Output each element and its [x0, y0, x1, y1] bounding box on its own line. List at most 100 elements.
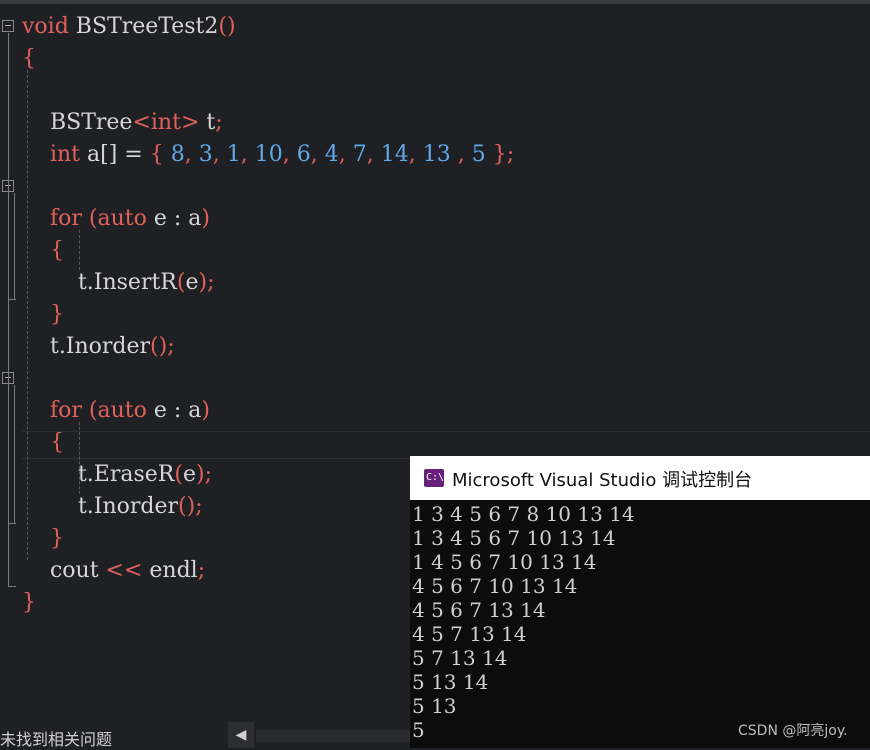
code-token: for — [22, 398, 82, 423]
code-token: , — [310, 142, 318, 167]
code-token: int — [150, 110, 181, 135]
fold-line-end — [8, 523, 16, 524]
console-title: Microsoft Visual Studio 调试控制台 — [452, 470, 753, 491]
fold-line — [14, 193, 15, 299]
vs-console-icon: C:\ — [424, 469, 444, 487]
code-token: << — [105, 558, 143, 583]
minus-box-icon[interactable]: − — [2, 20, 14, 32]
code-line[interactable]: { — [22, 427, 64, 459]
code-token: < — [132, 110, 151, 135]
indent-guide — [79, 230, 80, 270]
code-token: { — [149, 142, 164, 167]
console-output-line: 4 5 6 7 10 13 14 — [412, 574, 578, 598]
console-output-line: 5 7 13 14 — [412, 646, 508, 670]
code-token: , — [408, 142, 416, 167]
scroll-left-button[interactable]: ◀ — [228, 722, 254, 748]
code-token: } — [22, 302, 64, 327]
code-token: { — [22, 238, 64, 263]
code-token: }; — [485, 142, 515, 167]
code-line[interactable]: } — [22, 587, 36, 619]
status-message: 未找到相关问题 — [0, 730, 113, 749]
code-token: , — [366, 142, 374, 167]
code-token: ( — [81, 206, 98, 231]
code-token: cout — [22, 558, 106, 583]
code-token: auto — [97, 206, 147, 231]
code-token: void — [22, 14, 69, 39]
code-token: t.Inorder — [22, 334, 151, 359]
code-token: ) — [201, 398, 210, 423]
console-icon-label: C:\ — [426, 472, 445, 483]
console-output-line: 4 5 6 7 13 14 — [412, 598, 546, 622]
code-token: 8 — [163, 142, 185, 167]
code-token: , — [184, 142, 192, 167]
console-output-line: 1 3 4 5 6 7 8 10 13 14 — [412, 502, 635, 526]
code-token: 14 — [373, 142, 409, 167]
code-line[interactable]: for (auto e : a) — [22, 203, 210, 235]
code-token: ; — [215, 110, 223, 135]
code-token: ( — [174, 462, 183, 487]
current-line-highlight — [22, 431, 870, 459]
console-output-line: 5 — [412, 718, 425, 742]
code-token: ); — [195, 462, 212, 487]
code-token: } — [22, 526, 64, 551]
fold-line — [8, 33, 9, 586]
code-line[interactable]: t.EraseR(e); — [22, 459, 212, 491]
code-line[interactable]: t.InsertR(e); — [22, 267, 215, 299]
code-token: auto — [97, 398, 147, 423]
code-token: (); — [178, 494, 203, 519]
code-line[interactable]: int a[] = { 8, 3, 1, 10, 6, 4, 7, 14, 13… — [22, 139, 514, 171]
code-line[interactable]: { — [22, 235, 64, 267]
code-token: 1 — [219, 142, 241, 167]
code-token: t.Inorder — [22, 494, 179, 519]
code-token: ); — [198, 270, 215, 295]
code-token: for — [22, 206, 82, 231]
console-output-line: 5 13 — [412, 694, 457, 718]
console-output[interactable]: 1 3 4 5 6 7 8 10 13 14 1 3 4 5 6 7 10 13 … — [410, 500, 870, 748]
code-line[interactable]: } — [22, 299, 64, 331]
code-token: e — [185, 270, 199, 295]
code-token: a[] = — [80, 142, 150, 167]
code-line[interactable]: BSTree<int> t; — [22, 107, 223, 139]
code-token: > — [180, 110, 200, 135]
code-token: } — [22, 590, 36, 615]
code-line[interactable]: cout << endl; — [22, 555, 205, 587]
console-output-line: 1 3 4 5 6 7 10 13 14 — [412, 526, 616, 550]
code-token: t.InsertR — [22, 270, 177, 295]
code-token: () — [218, 14, 236, 39]
code-token: BSTreeTest2 — [68, 14, 219, 39]
code-line[interactable]: { — [22, 43, 36, 75]
console-output-line: 5 13 14 — [412, 670, 489, 694]
code-token: 10 — [247, 142, 283, 167]
code-token: e : a — [146, 398, 202, 423]
code-token: BSTree — [22, 110, 133, 135]
code-token: 4 — [317, 142, 339, 167]
code-line[interactable]: } — [22, 523, 64, 555]
code-line[interactable]: void BSTreeTest2() — [22, 11, 236, 43]
code-token: 3 — [191, 142, 213, 167]
fold-line — [14, 385, 15, 523]
code-line[interactable]: t.Inorder(); — [22, 491, 203, 523]
code-token: , — [240, 142, 248, 167]
code-token: e — [182, 462, 196, 487]
code-token: ; — [197, 558, 206, 583]
code-token: ) — [201, 206, 210, 231]
console-output-line: 1 4 5 6 7 10 13 14 — [412, 550, 597, 574]
code-line[interactable]: t.Inorder(); — [22, 331, 175, 363]
console-output-line: 4 5 7 13 14 — [412, 622, 527, 646]
code-token: ( — [81, 398, 98, 423]
debug-console-window[interactable]: C:\ Microsoft Visual Studio 调试控制台 1 3 4 … — [410, 456, 870, 748]
code-token: , — [212, 142, 220, 167]
watermark: CSDN @阿亮joy. — [738, 723, 848, 739]
editor-top-border — [0, 0, 870, 4]
code-token: 7 — [345, 142, 367, 167]
code-token: , — [450, 142, 465, 167]
code-token: 13 — [415, 142, 451, 167]
code-token: { — [22, 430, 64, 455]
code-token: e : a — [146, 206, 202, 231]
code-token: (); — [150, 334, 175, 359]
code-line[interactable]: for (auto e : a) — [22, 395, 210, 427]
horizontal-scrollbar[interactable] — [256, 730, 410, 742]
fold-line-end — [8, 299, 16, 300]
code-token: endl — [142, 558, 198, 583]
console-titlebar[interactable]: C:\ Microsoft Visual Studio 调试控制台 — [410, 456, 870, 500]
